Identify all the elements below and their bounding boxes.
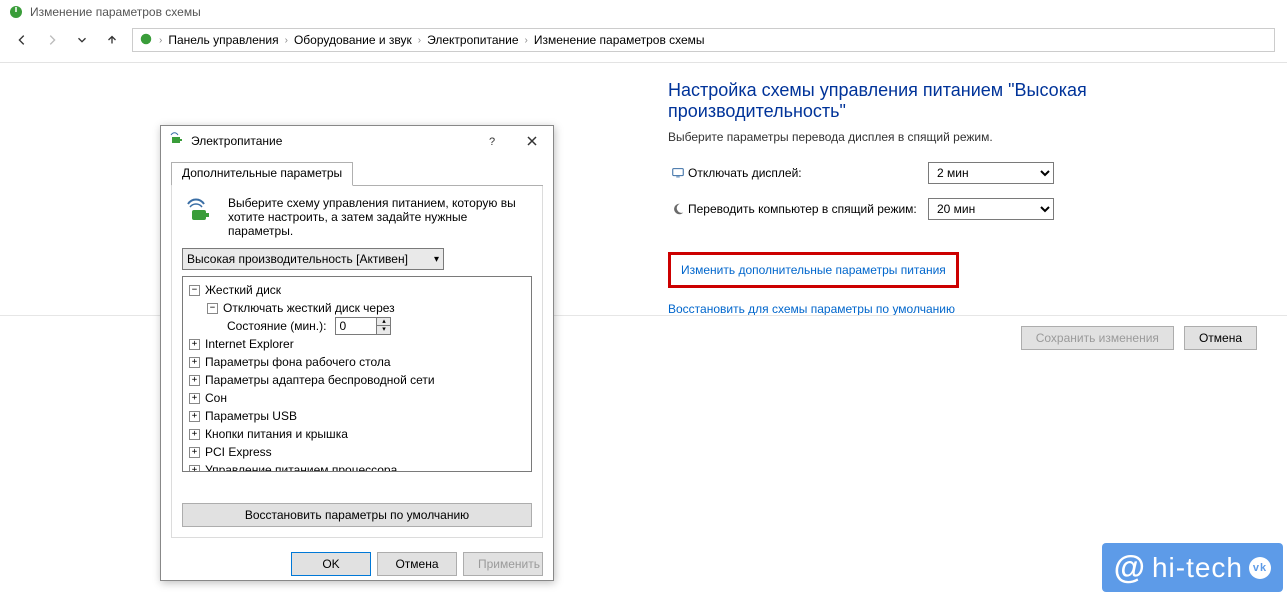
breadcrumb-sep-icon: › (418, 35, 421, 46)
page-heading: Настройка схемы управления питанием "Выс… (668, 80, 1248, 122)
window-title-text: Изменение параметров схемы (30, 5, 201, 19)
hdd-minutes-input[interactable] (336, 318, 376, 334)
setting-display-off: Отключать дисплей: 2 мин (668, 162, 1248, 184)
tree-lid[interactable]: Кнопки питания и крышка (205, 425, 348, 443)
power-plan-icon (8, 4, 24, 20)
breadcrumb-sep-icon: › (285, 35, 288, 46)
power-plug-icon (182, 196, 218, 232)
dialog-title: Электропитание (191, 134, 282, 148)
spin-down-icon[interactable]: ▾ (377, 326, 390, 334)
nav-bar: › Панель управления › Оборудование и зву… (0, 24, 1287, 63)
tree-wifi[interactable]: Параметры адаптера беспроводной сети (205, 371, 435, 389)
dialog-intro-text: Выберите схему управления питанием, кото… (228, 196, 532, 238)
save-button[interactable]: Сохранить изменения (1021, 326, 1174, 350)
expand-icon[interactable]: + (189, 339, 200, 350)
tree-ie[interactable]: Internet Explorer (205, 335, 294, 353)
collapse-icon[interactable]: − (189, 285, 200, 296)
forward-button[interactable] (42, 30, 62, 50)
page-subtext: Выберите параметры перевода дисплея в сп… (668, 130, 1248, 144)
chevron-down-icon: ▾ (434, 254, 439, 265)
setting-sleep-label: Переводить компьютер в спящий режим: (688, 202, 928, 216)
tree-hdd-state-label: Состояние (мин.): (227, 317, 326, 335)
cancel-button[interactable]: Отмена (1184, 326, 1257, 350)
crumb-edit-plan[interactable]: Изменение параметров схемы (534, 33, 705, 47)
dialog-intro: Выберите схему управления питанием, кото… (182, 196, 532, 238)
expand-icon[interactable]: + (189, 411, 200, 422)
tabstrip: Дополнительные параметры (171, 162, 543, 186)
dialog-body: Дополнительные параметры Выберите схему … (161, 156, 553, 546)
dialog-titlebar: Электропитание ? (161, 126, 553, 156)
power-plan-selected: Высокая производительность [Активен] (187, 252, 408, 266)
power-options-dialog: Электропитание ? Дополнительные параметр… (160, 125, 554, 581)
tree-hdd[interactable]: Жесткий диск (205, 281, 281, 299)
breadcrumb-sep-icon: › (159, 35, 162, 46)
settings-tree[interactable]: −Жесткий диск −Отключать жесткий диск че… (182, 276, 532, 472)
moon-icon (668, 202, 688, 216)
close-button[interactable] (519, 130, 545, 152)
tree-wallpaper[interactable]: Параметры фона рабочего стола (205, 353, 391, 371)
setting-sleep: Переводить компьютер в спящий режим: 20 … (668, 198, 1248, 220)
crumb-hardware[interactable]: Оборудование и звук (294, 33, 412, 47)
advanced-power-link[interactable]: Изменить дополнительные параметры питани… (668, 252, 959, 288)
collapse-icon[interactable]: − (207, 303, 218, 314)
expand-icon[interactable]: + (189, 393, 200, 404)
expand-icon[interactable]: + (189, 375, 200, 386)
crumb-control-panel[interactable]: Панель управления (168, 33, 278, 47)
recent-dropdown[interactable] (72, 30, 92, 50)
expand-icon[interactable]: + (189, 429, 200, 440)
main-content: Настройка схемы управления питанием "Выс… (668, 80, 1248, 316)
tree-cpu[interactable]: Управление питанием процессора (205, 461, 397, 472)
power-plan-select[interactable]: Высокая производительность [Активен] ▾ (182, 248, 444, 270)
setting-display-label: Отключать дисплей: (688, 166, 928, 180)
tree-sleep[interactable]: Сон (205, 389, 227, 407)
window-title-bar: Изменение параметров схемы (0, 0, 1287, 24)
tree-pci[interactable]: PCI Express (205, 443, 272, 461)
breadcrumb-sep-icon: › (525, 35, 528, 46)
expand-icon[interactable]: + (189, 357, 200, 368)
breadcrumb-icon (139, 32, 153, 49)
tab-advanced[interactable]: Дополнительные параметры (171, 162, 353, 186)
page-footer-buttons: Сохранить изменения Отмена (1021, 326, 1257, 350)
watermark-brand: hi-tech (1152, 552, 1243, 584)
tree-usb[interactable]: Параметры USB (205, 407, 297, 425)
breadcrumb[interactable]: › Панель управления › Оборудование и зву… (132, 28, 1275, 52)
tree-hdd-off[interactable]: Отключать жесткий диск через (223, 299, 395, 317)
monitor-icon (668, 166, 688, 180)
help-button[interactable]: ? (479, 130, 505, 152)
up-button[interactable] (102, 30, 122, 50)
sleep-select[interactable]: 20 мин (928, 198, 1054, 220)
dialog-cancel-button[interactable]: Отмена (377, 552, 457, 576)
restore-defaults-button[interactable]: Восстановить параметры по умолчанию (182, 503, 532, 527)
watermark: @ hi-tech vk (1102, 543, 1283, 592)
hdd-minutes-spinner[interactable]: ▴▾ (335, 317, 391, 335)
back-button[interactable] (12, 30, 32, 50)
battery-icon (169, 132, 185, 151)
apply-button[interactable]: Применить (463, 552, 543, 576)
restore-plan-defaults-link[interactable]: Восстановить для схемы параметры по умол… (668, 302, 955, 316)
ok-button[interactable]: OK (291, 552, 371, 576)
tab-panel: Выберите схему управления питанием, кото… (171, 186, 543, 538)
crumb-power[interactable]: Электропитание (427, 33, 518, 47)
watermark-at: @ (1114, 549, 1146, 586)
display-off-select[interactable]: 2 мин (928, 162, 1054, 184)
svg-text:?: ? (489, 136, 495, 147)
expand-icon[interactable]: + (189, 447, 200, 458)
expand-icon[interactable]: + (189, 465, 200, 473)
dialog-footer: OK Отмена Применить (161, 546, 553, 582)
vk-icon: vk (1249, 557, 1271, 579)
